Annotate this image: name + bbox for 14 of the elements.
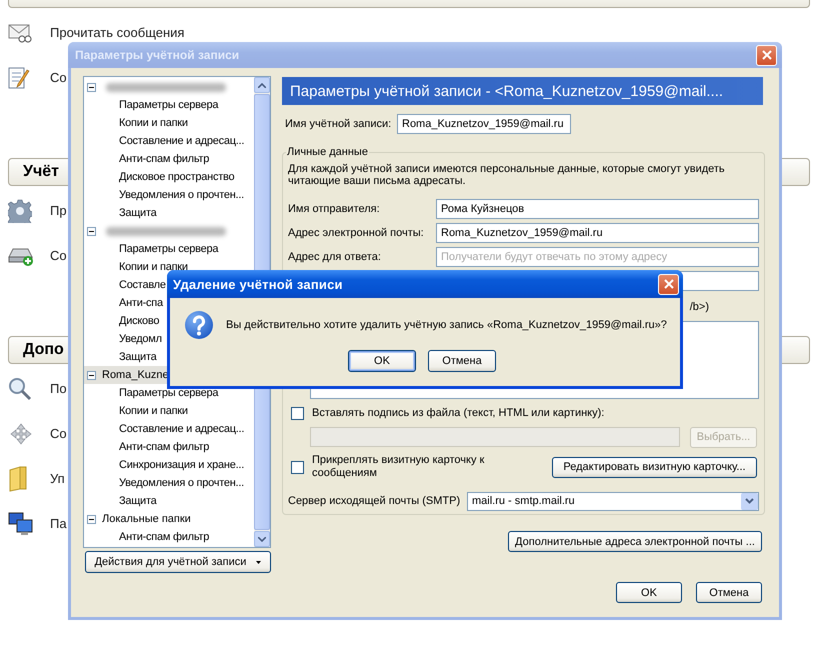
description: Для каждой учётной записи имеются персональные данные, которые смогут увидеть читающие ваши письма адресаты.	[288, 163, 726, 187]
field-label: Имя учётной записи:	[285, 118, 392, 130]
field-label: Адрес для ответа:	[288, 251, 382, 263]
dialog-message: Вы действительно хотите удалить учётную запись «Roma_Kuznetzov_1959@mail.ru»?	[226, 319, 667, 331]
field-label: /b>)	[690, 301, 709, 313]
tree-label: Локальные папки	[102, 513, 191, 525]
panel-header: Параметры учётной записи - <Roma_Kuznetzov_1959@mail....	[282, 77, 763, 105]
tree-label: Roma_Kuzne	[102, 369, 169, 381]
field-label: Имя отправителя:	[288, 203, 381, 215]
group-title: Личные данные	[286, 146, 369, 158]
dialog-title: Удаление учётной записи	[173, 276, 344, 292]
field-label: Сервер исходящей почты (SMTP)	[288, 495, 462, 507]
window-title: Параметры учётной записи	[75, 48, 240, 62]
field-label: Адрес электронной почты:	[288, 227, 425, 239]
